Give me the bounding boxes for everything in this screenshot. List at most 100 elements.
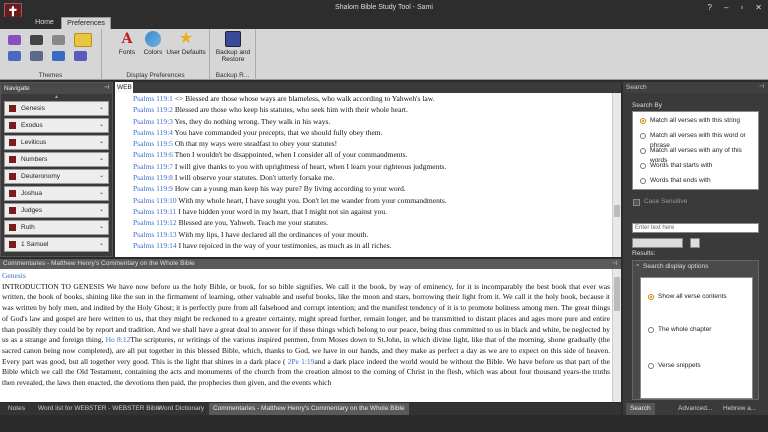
tab-home[interactable]: Home (28, 17, 61, 29)
search-input[interactable]: Enter text here (632, 223, 759, 233)
verse-row[interactable]: Psalms 119:14 I have rejoiced in the way… (115, 240, 612, 251)
verse-row[interactable]: Psalms 119:12 Blessed are you, Yahweh. T… (115, 217, 612, 228)
tab-hebrew[interactable]: Hebrew a... (723, 403, 756, 415)
floppy-disk-icon (225, 31, 241, 47)
window-title: Shalom Bible Study Tool - Sami (335, 4, 433, 11)
chevron-down-icon: ⌄ (98, 241, 104, 247)
close-icon[interactable]: ✕ (755, 3, 762, 12)
display-option-all[interactable]: Show all verse contents (648, 292, 727, 302)
search-option-ends[interactable]: Words that ends with (640, 176, 711, 186)
theme-swatch[interactable] (52, 51, 65, 61)
colors-button[interactable]: Colors (142, 31, 164, 56)
theme-swatch[interactable] (74, 51, 87, 61)
verse-row[interactable]: Psalms 119:13 With my lips, I have decla… (115, 229, 612, 240)
tab-notes[interactable]: Notes (4, 403, 29, 415)
tab-advanced[interactable]: Advanced... (678, 403, 712, 415)
ribbon: Themes A Fonts Colors ★ User Defaults Di… (0, 29, 768, 80)
search-options-button[interactable] (690, 238, 700, 248)
tab-search[interactable]: Search (626, 403, 655, 415)
collapse-icon: ⌃ (635, 264, 641, 271)
theme-swatch[interactable] (30, 51, 43, 61)
scripture-link[interactable]: 2Pe 1:19 (288, 357, 315, 366)
display-option-chapter[interactable]: The whole chapter (648, 325, 711, 335)
theme-swatch-selected[interactable] (74, 33, 92, 47)
verse-row[interactable]: Psalms 119:6 Then I wouldn't be disappoi… (115, 149, 612, 160)
pin-icon[interactable]: ⊣ (104, 83, 109, 94)
case-sensitive-label: Case Sensitive (644, 198, 688, 205)
book-leviticus[interactable]: Leviticus ⌄ (4, 135, 109, 150)
search-button[interactable] (632, 238, 683, 248)
scroll-up-icon[interactable]: ▲ (1, 94, 112, 100)
commentary-panel: Commentaries - Matthew Henry's Commentar… (0, 259, 621, 402)
case-sensitive-checkbox[interactable] (633, 199, 640, 206)
window-controls: ? – ▫ ✕ (708, 3, 762, 12)
verse-row[interactable]: Psalms 119:3 Yes, they do nothing wrong.… (115, 116, 612, 127)
verse-list: Psalms 119:1 <> Blessed are those whose … (115, 93, 612, 257)
backup-restore-button[interactable]: Backup and Restore (212, 31, 254, 63)
fonts-button[interactable]: A Fonts (116, 31, 138, 56)
verse-row[interactable]: Psalms 119:2 Blessed are those who keep … (115, 104, 612, 115)
verse-row[interactable]: Psalms 119:5 Oh that my ways were steadf… (115, 138, 612, 149)
scripture-link[interactable]: Ho 8:12 (106, 335, 131, 344)
radio-selected-icon (648, 294, 654, 300)
radio-icon (640, 133, 646, 139)
minimize-icon[interactable]: – (724, 3, 728, 12)
search-option-string[interactable]: Match all verses with this string (640, 116, 740, 126)
pin-icon[interactable]: ⊣ (759, 82, 764, 93)
display-preferences-label: Display Preferences (126, 72, 185, 79)
verse-row[interactable]: Psalms 119:1 <> Blessed are those whose … (115, 93, 612, 104)
book-genesis[interactable]: Genesis ⌄ (4, 101, 109, 116)
bible-text-panel: WEB Psalms 119:1 <> Blessed are those wh… (115, 82, 621, 257)
theme-swatch[interactable] (30, 35, 43, 45)
display-option-snippets[interactable]: Verse snippets (648, 361, 701, 371)
book-icon (9, 224, 16, 231)
tab-word-list[interactable]: Word list for WEBSTER - WEBSTER Bible (34, 403, 165, 415)
commentary-book-title: Genesis (2, 271, 26, 280)
radio-icon (640, 178, 646, 184)
book-judges[interactable]: Judges ⌄ (4, 203, 109, 218)
results-panel: ⌃ Search display options Show all verse c… (632, 260, 759, 400)
book-icon (9, 173, 16, 180)
theme-swatch[interactable] (52, 35, 65, 45)
tab-preferences[interactable]: Preferences (61, 17, 111, 29)
chevron-down-icon: ⌄ (98, 156, 104, 162)
book-deuteronomy[interactable]: Deuteronomy ⌄ (4, 169, 109, 184)
book-joshua[interactable]: Joshua ⌄ (4, 186, 109, 201)
verse-row[interactable]: Psalms 119:11 I have hidden your word in… (115, 206, 612, 217)
verse-row[interactable]: Psalms 119:7 I will give thanks to you w… (115, 161, 612, 172)
verse-row[interactable]: Psalms 119:10 With my whole heart, I hav… (115, 195, 612, 206)
book-icon (9, 241, 16, 248)
tab-commentaries[interactable]: Commentaries - Matthew Henry's Commentar… (209, 403, 409, 415)
book-ruth[interactable]: Ruth ⌄ (4, 220, 109, 235)
theme-swatch[interactable] (8, 51, 21, 61)
verse-row[interactable]: Psalms 119:8 I will observe your statute… (115, 172, 612, 183)
user-defaults-button[interactable]: ★ User Defaults (166, 31, 206, 57)
book-1-samuel[interactable]: 1 Samuel ⌄ (4, 237, 109, 252)
chevron-down-icon: ⌄ (98, 105, 104, 111)
commentary-scrollbar[interactable] (612, 269, 621, 402)
verse-row[interactable]: Psalms 119:9 How can a young man keep hi… (115, 183, 612, 194)
book-numbers[interactable]: Numbers ⌄ (4, 152, 109, 167)
tab-word-dictionary[interactable]: Word Dictionary (154, 403, 208, 415)
maximize-icon[interactable]: ▫ (740, 3, 743, 12)
verse-scrollbar[interactable] (612, 93, 621, 257)
search-header: Search ⊣ (623, 82, 768, 93)
verse-row[interactable]: Psalms 119:4 You have commanded your pre… (115, 127, 612, 138)
search-by-options: Match all verses with this string Match … (632, 111, 759, 190)
scrollbar-thumb[interactable] (614, 205, 620, 217)
help-icon[interactable]: ? (708, 3, 712, 12)
theme-swatch[interactable] (8, 35, 21, 45)
search-option-phrase[interactable]: Match all verses with this word or phras… (640, 131, 758, 149)
search-option-starts[interactable]: Words that starts with (640, 161, 712, 171)
chevron-down-icon: ⌄ (98, 224, 104, 230)
tab-web[interactable]: WEB (115, 82, 133, 93)
ribbon-tabs: Home Preferences (0, 17, 768, 29)
themes-group: Themes (0, 29, 102, 80)
search-by-label: Search By (632, 102, 662, 109)
search-option-any[interactable]: Match all verses with any of this words (640, 146, 758, 164)
font-icon: A (121, 31, 133, 47)
book-exodus[interactable]: Exodus ⌄ (4, 118, 109, 133)
display-options-header[interactable]: ⌃ Search display options (633, 263, 758, 271)
pin-icon[interactable]: ⊣ (612, 259, 617, 269)
scrollbar-thumb[interactable] (614, 277, 620, 311)
